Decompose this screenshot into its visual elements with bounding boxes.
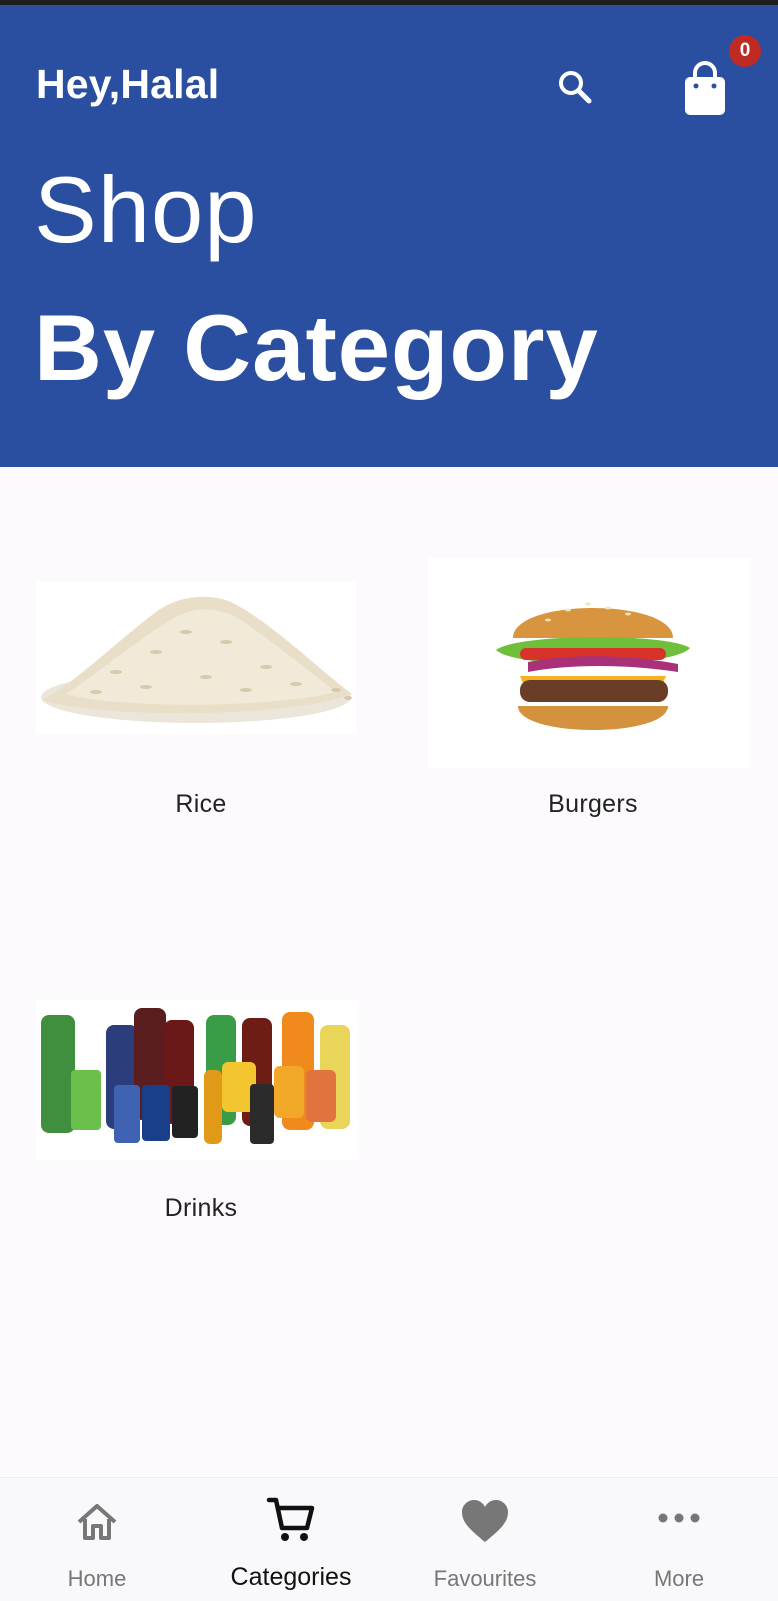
nav-label-more: More — [653, 1566, 705, 1591]
page-title-line1: Shop — [34, 157, 258, 262]
nav-item-more[interactable]: More — [582, 1478, 776, 1601]
cart-count-badge: 0 — [729, 35, 761, 67]
nav-label-favourites: Favourites — [433, 1566, 537, 1591]
category-label-drinks: Drinks — [164, 1194, 238, 1222]
search-icon — [559, 71, 592, 104]
burger-image — [428, 558, 750, 768]
header: Hey,Halal 0 Shop By Category — [0, 5, 778, 467]
bottom-navigation: Home Categories Favourites More — [0, 1477, 778, 1601]
nav-item-favourites[interactable]: Favourites — [388, 1478, 582, 1601]
nav-label-home: Home — [67, 1566, 127, 1591]
category-card-burgers[interactable]: Burgers — [428, 558, 758, 858]
category-label-rice: Rice — [175, 790, 227, 818]
category-card-drinks[interactable]: Drinks — [36, 1000, 366, 1300]
shopping-bag-icon — [685, 61, 725, 115]
cart-button[interactable] — [680, 59, 730, 117]
category-label-burgers: Burgers — [548, 790, 638, 818]
nav-item-home[interactable]: Home — [0, 1478, 194, 1601]
heart-icon — [462, 1500, 508, 1542]
more-icon — [658, 1513, 700, 1523]
cart-icon — [266, 1497, 315, 1541]
home-icon — [77, 1504, 117, 1540]
nav-label-categories: Categories — [230, 1563, 352, 1591]
drinks-image — [36, 1000, 358, 1160]
page-title-line2: By Category — [34, 295, 599, 400]
search-button[interactable] — [551, 63, 601, 113]
rice-image — [36, 582, 356, 734]
category-card-rice[interactable]: Rice — [36, 580, 366, 880]
nav-item-categories[interactable]: Categories — [194, 1478, 388, 1601]
greeting-text: Hey,Halal — [36, 61, 220, 107]
